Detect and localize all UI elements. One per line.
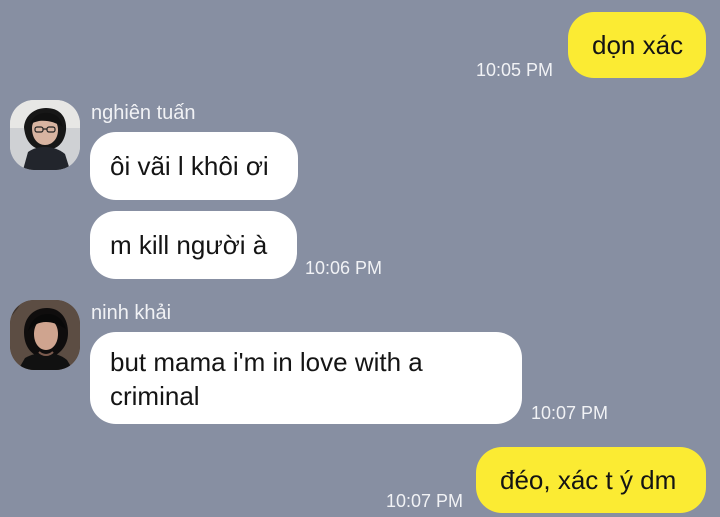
profile-photo-icon xyxy=(10,300,80,370)
message-text-line-1: but mama i'm in love with a xyxy=(110,347,423,377)
message-text-line-2: criminal xyxy=(110,381,200,411)
incoming-message-bubble[interactable]: m kill người à xyxy=(90,211,297,279)
incoming-message-bubble[interactable]: ôi vãi l khôi ơi xyxy=(90,132,298,200)
incoming-message-bubble[interactable]: but mama i'm in love with a criminal xyxy=(90,332,522,424)
message-text: đéo, xác t ý dm xyxy=(500,465,677,495)
sender-name: ninh khải xyxy=(91,302,172,324)
chat-window: dọn xác 10:05 PM nghiên tuấn ôi vãi l kh… xyxy=(0,0,720,517)
message-text: dọn xác xyxy=(592,30,684,60)
message-time: 10:06 PM xyxy=(305,258,383,278)
outgoing-message-bubble[interactable]: dọn xác xyxy=(568,12,706,78)
message-text: ôi vãi l khôi ơi xyxy=(110,151,269,181)
sender-name: nghiên tuấn xyxy=(91,102,196,124)
profile-photo-icon xyxy=(10,100,80,170)
avatar[interactable] xyxy=(10,100,80,170)
message-time: 10:07 PM xyxy=(386,491,464,511)
avatar[interactable] xyxy=(10,300,80,370)
message-text: m kill người à xyxy=(110,230,268,260)
outgoing-message-bubble[interactable]: đéo, xác t ý dm xyxy=(476,447,706,513)
message-time: 10:07 PM xyxy=(531,403,609,423)
message-time: 10:05 PM xyxy=(476,60,554,80)
